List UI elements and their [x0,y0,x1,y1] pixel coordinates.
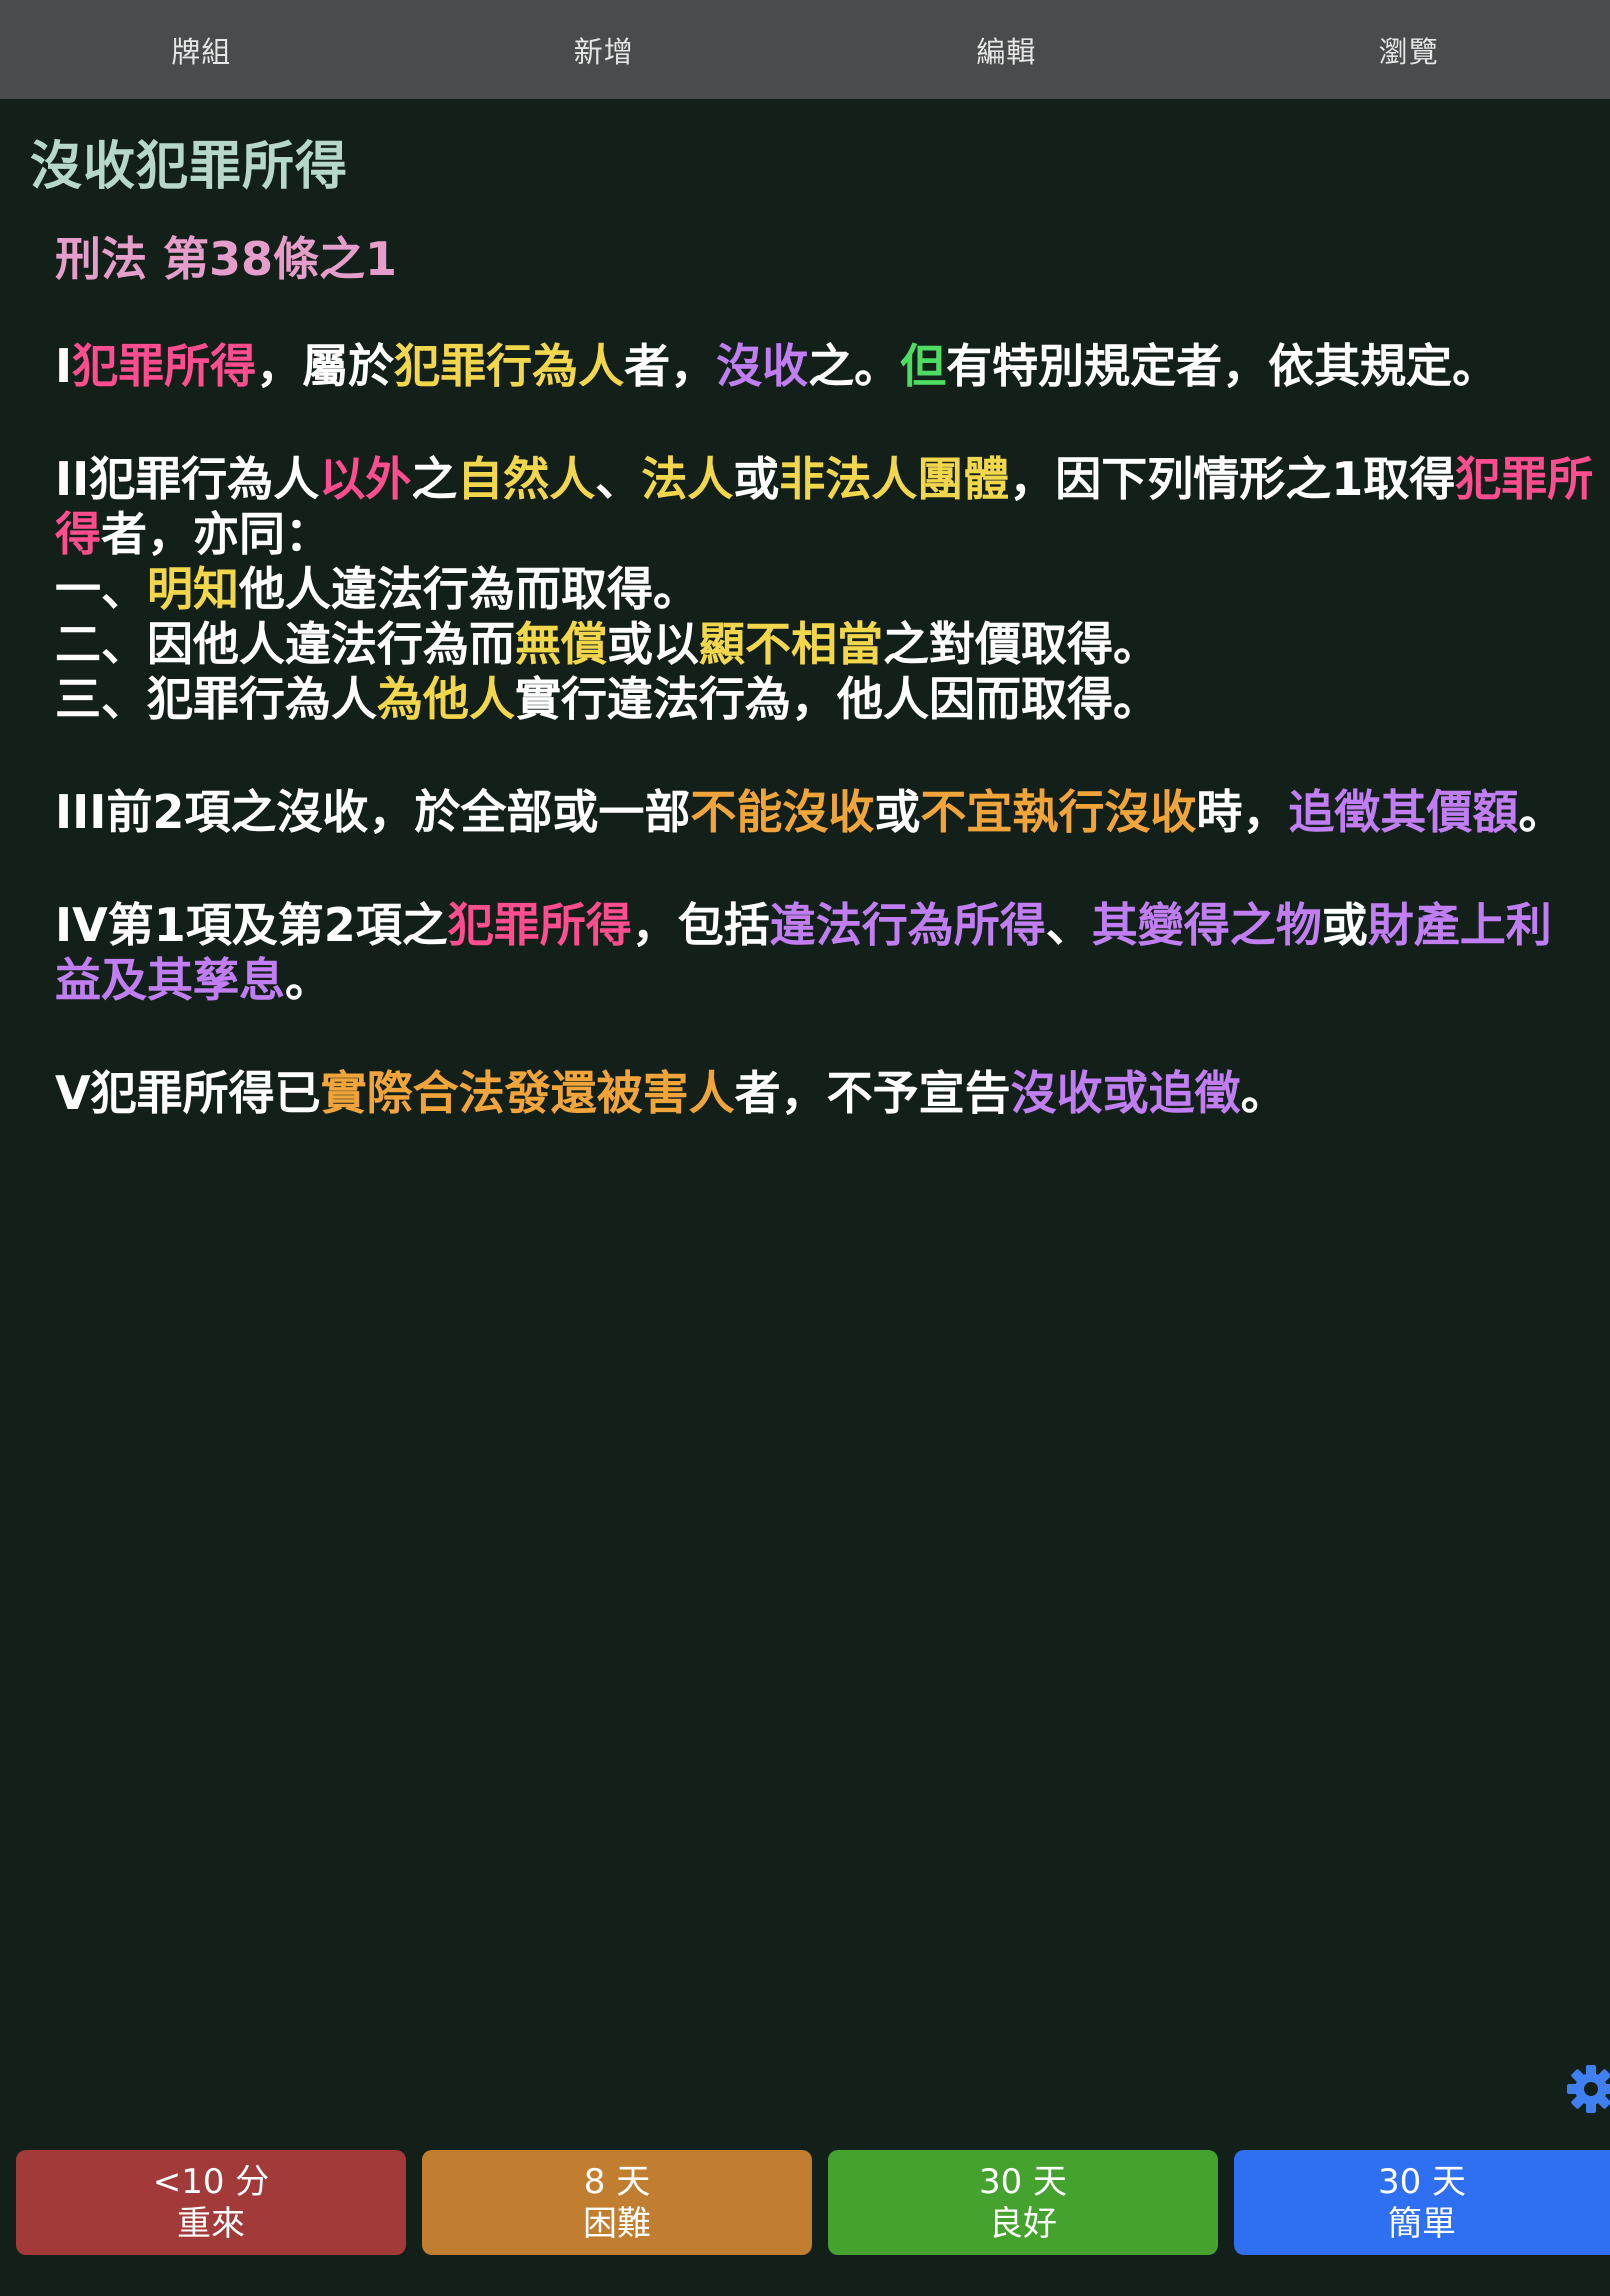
p4-text: ，包括 [631,898,770,952]
good-button[interactable]: 30 天 良好 [828,2150,1218,2255]
list-highlight: 為他人 [377,672,515,726]
p2-text: 者，亦同： [101,507,331,561]
p3-highlight: 不能沒收 [690,785,875,839]
list-text: 之對價取得。 [883,617,1159,671]
tab-decks-label: 牌組 [171,34,232,69]
p3-text: III前2項之沒收，於全部或一部 [55,785,691,839]
list-highlight: 無償 [515,617,607,671]
p2-text: 、 [595,452,642,506]
tab-edit[interactable]: 編輯 [805,0,1208,99]
list-text: 他人違法行為而取得。 [239,562,699,616]
p3-text: 。 [1518,785,1565,839]
card-content: 刑法 第38條之1 I犯罪所得，屬於犯罪行為人者，沒收之。但有特別規定者，依其規… [55,232,1595,1121]
p5-highlight: 實際合法發還被害人 [320,1066,735,1120]
p3-text: 時， [1196,785,1289,839]
p2-text: II犯罪行為人 [55,452,320,506]
p1-highlight: 沒收 [716,339,809,393]
p3-text: 或 [874,785,921,839]
paragraph-2: II犯罪行為人以外之自然人、法人或非法人團體，因下列情形之1取得犯罪所得者，亦同… [55,452,1595,562]
tab-browse[interactable]: 瀏覽 [1208,0,1610,99]
easy-button[interactable]: 30 天 簡單 [1234,2150,1610,2255]
tab-browse-label: 瀏覽 [1378,34,1439,69]
again-button[interactable]: <10 分 重來 [16,2150,406,2255]
p2-highlight: 自然人 [457,452,596,506]
p1-text: I [55,339,73,393]
list-highlight: 明知 [147,562,239,616]
paragraph-3: III前2項之沒收，於全部或一部不能沒收或不宜執行沒收時，追徵其價額。 [55,785,1595,840]
p4-text: 。 [285,953,331,1007]
p1-text: 有特別規定者，依其規定。 [946,339,1499,393]
list-text: 或以 [607,617,699,671]
p1-text: 之。 [808,339,901,393]
p4-highlight: 犯罪所得 [447,898,632,952]
gear-icon[interactable] [1566,2064,1610,2114]
answer-button-bar: <10 分 重來 8 天 困難 30 天 良好 30 天 簡單 [0,2150,1610,2255]
tab-add-label: 新增 [573,34,634,69]
top-nav-bar: 牌組 新增 編輯 瀏覽 [0,0,1610,99]
p1-highlight: 但 [900,339,947,393]
hard-label: 困難 [583,2203,651,2244]
list-text: 一、 [55,562,147,616]
p3-highlight: 追徵其價額 [1288,785,1519,839]
list-text: 實行違法行為，他人因而取得。 [515,672,1159,726]
easy-interval: 30 天 [1377,2161,1467,2202]
p1-highlight: 犯罪行為人 [394,339,625,393]
p5-highlight: 沒收或追徵 [1010,1066,1241,1120]
p2-text: ，因下列情形之1取得 [1009,452,1456,506]
list-item-3: 三、犯罪行為人為他人實行違法行為，他人因而取得。 [55,672,1595,727]
hard-interval: 8 天 [583,2161,651,2202]
list-highlight: 顯不相當 [699,617,883,671]
list-item-1: 一、明知他人違法行為而取得。 [55,562,1595,617]
again-label: 重來 [177,2203,245,2244]
p1-text: 者， [624,339,717,393]
p1-text: ，屬於 [256,339,395,393]
tab-add[interactable]: 新增 [403,0,806,99]
good-label: 良好 [989,2203,1057,2244]
card-heading: 刑法 第38條之1 [55,232,398,286]
again-interval: <10 分 [152,2161,270,2202]
p4-highlight: 違法行為所得 [769,898,1046,952]
p4-text: 或 [1321,898,1368,952]
p2-highlight: 以外 [319,452,412,506]
deck-title: 沒收犯罪所得 [30,137,349,197]
tab-edit-label: 編輯 [976,34,1037,69]
list-text: 三、犯罪行為人 [55,672,377,726]
hard-button[interactable]: 8 天 困難 [422,2150,812,2255]
p5-text: V犯罪所得已 [55,1066,321,1120]
list-text: 二、因他人違法行為而 [55,617,515,671]
p4-text: IV第1項及第2項之 [55,898,448,952]
p2-highlight: 法人 [641,452,734,506]
paragraph-5: V犯罪所得已實際合法發還被害人者，不予宣告沒收或追徵。 [55,1066,1595,1121]
easy-label: 簡單 [1388,2203,1456,2244]
p2-text: 之 [411,452,458,506]
p5-text: 者，不予宣告 [734,1066,1011,1120]
p5-text: 。 [1240,1066,1287,1120]
paragraph-1: I犯罪所得，屬於犯罪行為人者，沒收之。但有特別規定者，依其規定。 [55,339,1595,394]
list-item-2: 二、因他人違法行為而無償或以顯不相當之對價取得。 [55,617,1595,672]
p3-highlight: 不宜執行沒收 [920,785,1197,839]
paragraph-4: IV第1項及第2項之犯罪所得，包括違法行為所得、其變得之物或財產上利益及其孳息。 [55,898,1595,1008]
tab-decks[interactable]: 牌組 [0,0,403,99]
p4-text: 、 [1045,898,1092,952]
p1-highlight: 犯罪所得 [72,339,257,393]
p2-text: 或 [733,452,780,506]
good-interval: 30 天 [978,2161,1068,2202]
p2-highlight: 非法人團體 [779,452,1010,506]
p4-highlight: 其變得之物 [1091,898,1322,952]
